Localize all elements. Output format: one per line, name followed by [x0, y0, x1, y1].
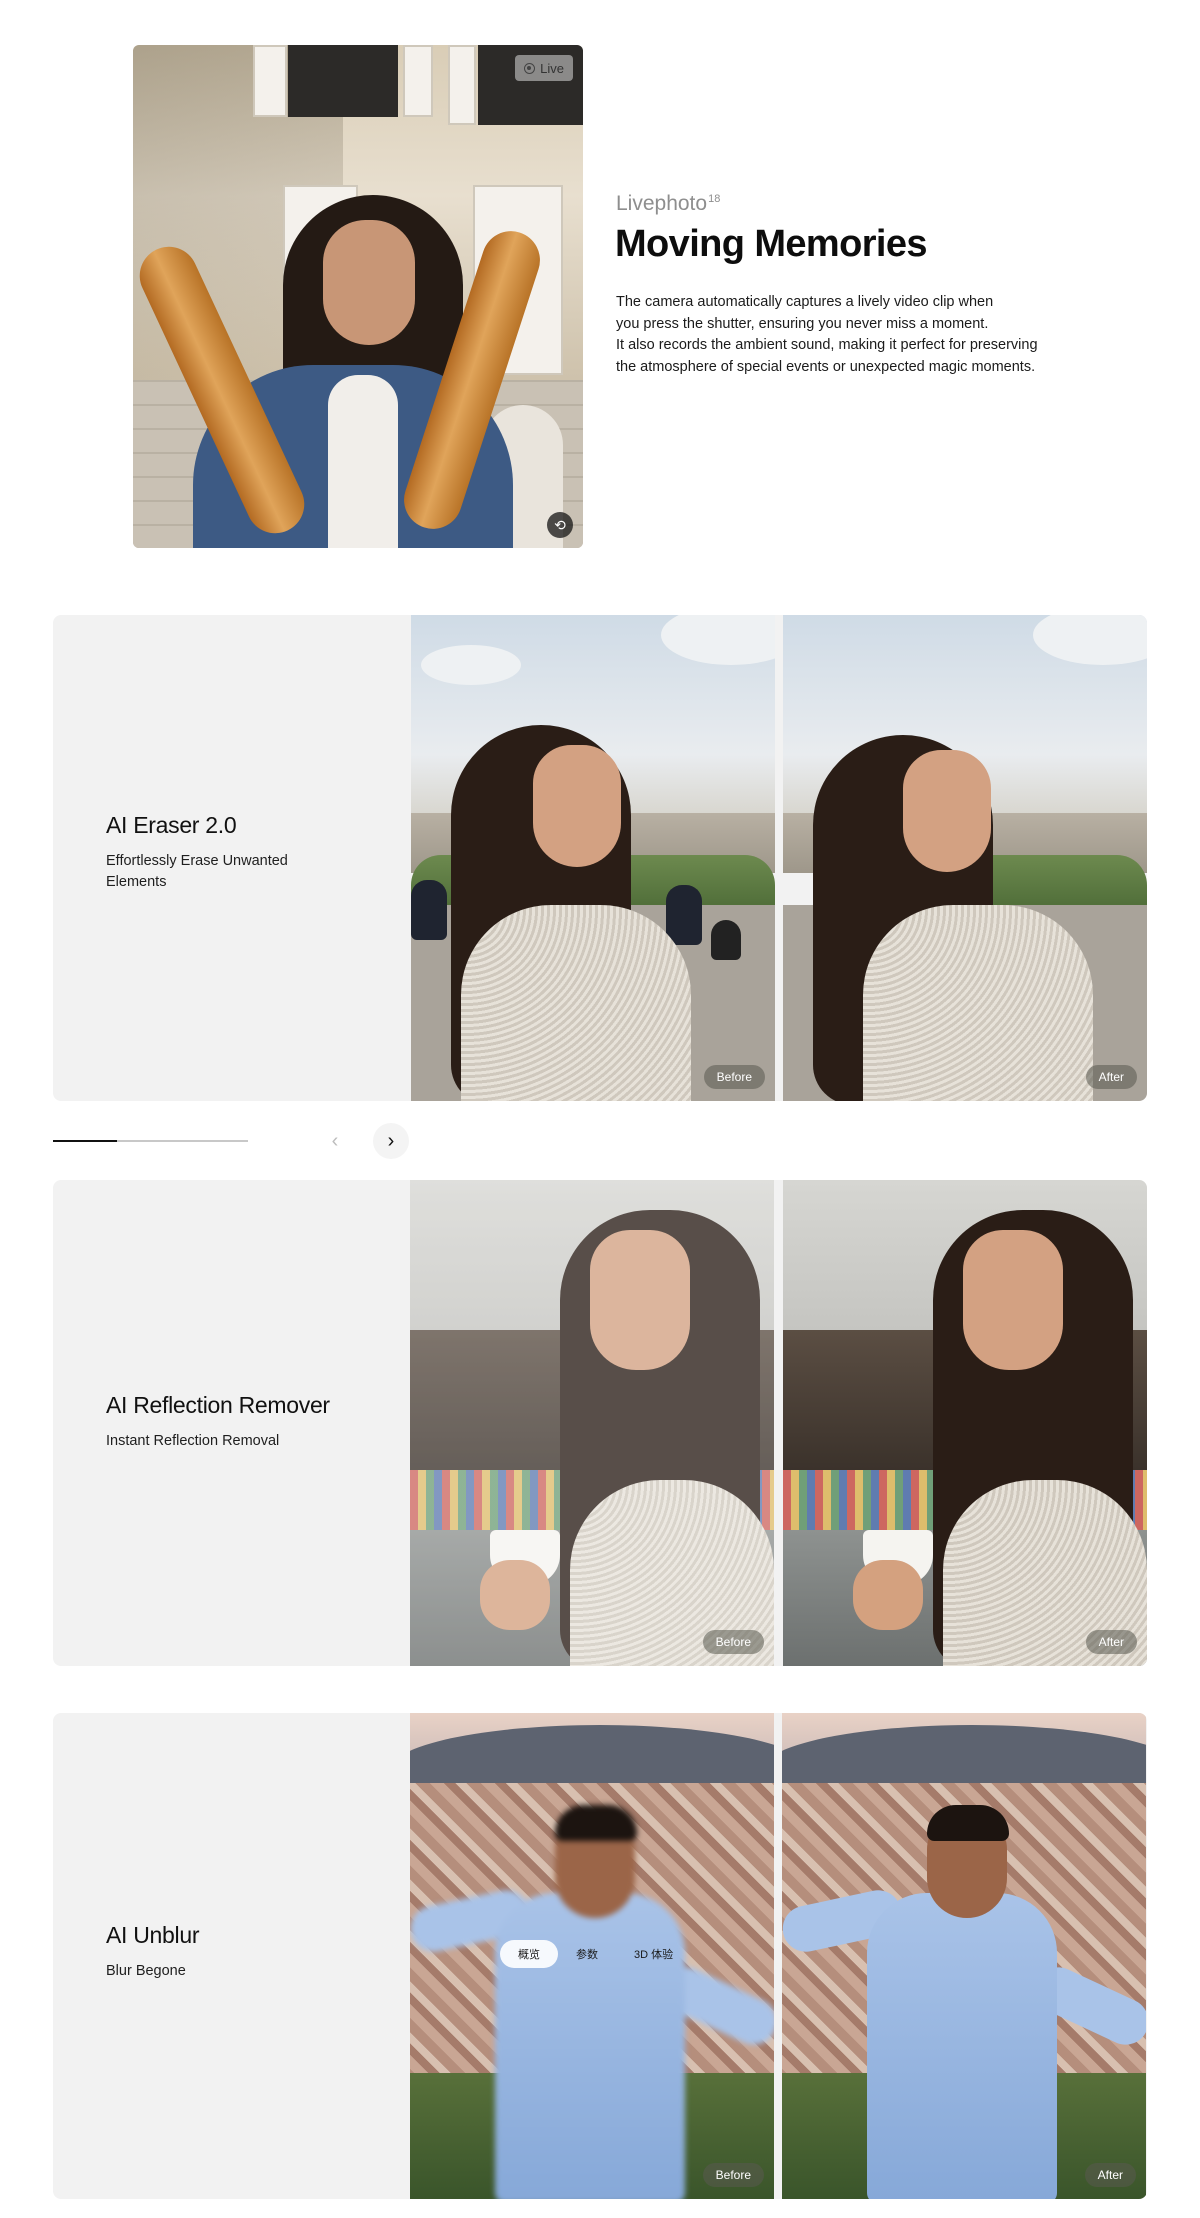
- replay-button[interactable]: ⟲: [547, 512, 573, 538]
- tab-specs[interactable]: 参数: [558, 1940, 616, 1968]
- livephoto-eyebrow-label: Livephoto: [616, 192, 708, 215]
- woman-sweater: [461, 905, 691, 1101]
- man-shirt: [867, 1893, 1057, 2199]
- description-line: the atmosphere of special events or unex…: [616, 358, 1036, 375]
- man-shirt: [495, 1893, 685, 2199]
- feature-subtitle: Effortlessly Erase Unwanted Elements: [106, 853, 288, 890]
- live-badge-label: Live: [540, 60, 564, 76]
- after-image: After: [782, 1713, 1146, 2199]
- tab-3d-experience[interactable]: 3D 体验: [616, 1940, 691, 1968]
- after-label: After: [1085, 1630, 1137, 1654]
- description-line: you press the shutter, ensuring you neve…: [616, 315, 989, 332]
- carousel-prev-button[interactable]: ‹: [317, 1123, 353, 1159]
- before-label: Before: [703, 1065, 765, 1089]
- window-shutter: [253, 45, 287, 117]
- cloud: [421, 645, 521, 685]
- window: [288, 45, 398, 117]
- after-label: After: [1085, 1065, 1137, 1089]
- feature-subtitle: Blur Begone: [106, 1963, 186, 1979]
- feature-card-ai-reflection-remover: AI Reflection Remover Instant Reflection…: [53, 1180, 1147, 1666]
- before-label: Before: [702, 2163, 764, 2187]
- live-icon: [524, 62, 536, 74]
- carousel-progress-fill: [53, 1140, 118, 1142]
- livephoto-title: Moving Memories: [615, 223, 928, 265]
- backpack: [711, 920, 741, 960]
- chevron-left-icon: ‹: [331, 1129, 339, 1152]
- livephoto-description: The camera automatically captures a live…: [616, 292, 1076, 378]
- chevron-right-icon: ›: [387, 1129, 395, 1152]
- after-image: After: [783, 1180, 1147, 1666]
- feature-title: AI Eraser 2.0: [106, 812, 237, 838]
- person-shirt: [328, 375, 398, 548]
- woman-face: [963, 1230, 1063, 1370]
- woman-face: [533, 745, 621, 867]
- woman-face: [903, 750, 991, 872]
- livephoto-eyebrow: Livephoto18: [616, 192, 720, 216]
- replay-icon: ⟲: [554, 516, 566, 533]
- footnote-marker[interactable]: 18: [708, 193, 720, 205]
- feature-subtitle: Instant Reflection Removal: [106, 1433, 280, 1449]
- after-label: After: [1084, 2163, 1136, 2187]
- feature-title: AI Unblur: [106, 1922, 200, 1948]
- window-shutter: [403, 45, 433, 117]
- live-badge[interactable]: Live: [515, 55, 573, 81]
- before-label: Before: [702, 1630, 764, 1654]
- hand: [853, 1560, 923, 1630]
- feature-card-ai-eraser: AI Eraser 2.0 Effortlessly Erase Unwante…: [53, 615, 1147, 1101]
- feature-title: AI Reflection Remover: [106, 1392, 330, 1418]
- after-image: After: [783, 615, 1147, 1101]
- feature-text: AI Eraser 2.0 Effortlessly Erase Unwante…: [106, 812, 326, 893]
- man-hair: [555, 1805, 637, 1841]
- man-hair: [927, 1805, 1009, 1841]
- person-face: [323, 220, 415, 345]
- overlay-tab-bar: 概览 参数 3D 体验: [500, 1940, 691, 1968]
- bystander: [411, 880, 447, 940]
- bystander: [666, 885, 702, 945]
- livephoto-image: Live ⟲: [133, 45, 583, 548]
- carousel-next-button[interactable]: ›: [373, 1123, 409, 1159]
- before-image: Before: [411, 615, 775, 1101]
- carousel-progress[interactable]: [53, 1140, 248, 1142]
- feature-text: AI Unblur Blur Begone: [106, 1922, 326, 1982]
- glass-reflection: [410, 1180, 774, 1666]
- description-line: The camera automatically captures a live…: [616, 294, 994, 310]
- description-line: It also records the ambient sound, makin…: [616, 337, 1038, 353]
- tab-overview[interactable]: 概览: [500, 1940, 558, 1968]
- window-shutter: [448, 45, 476, 125]
- before-image: Before: [410, 1180, 774, 1666]
- woman-sweater: [863, 905, 1093, 1101]
- feature-text: AI Reflection Remover Instant Reflection…: [106, 1392, 330, 1452]
